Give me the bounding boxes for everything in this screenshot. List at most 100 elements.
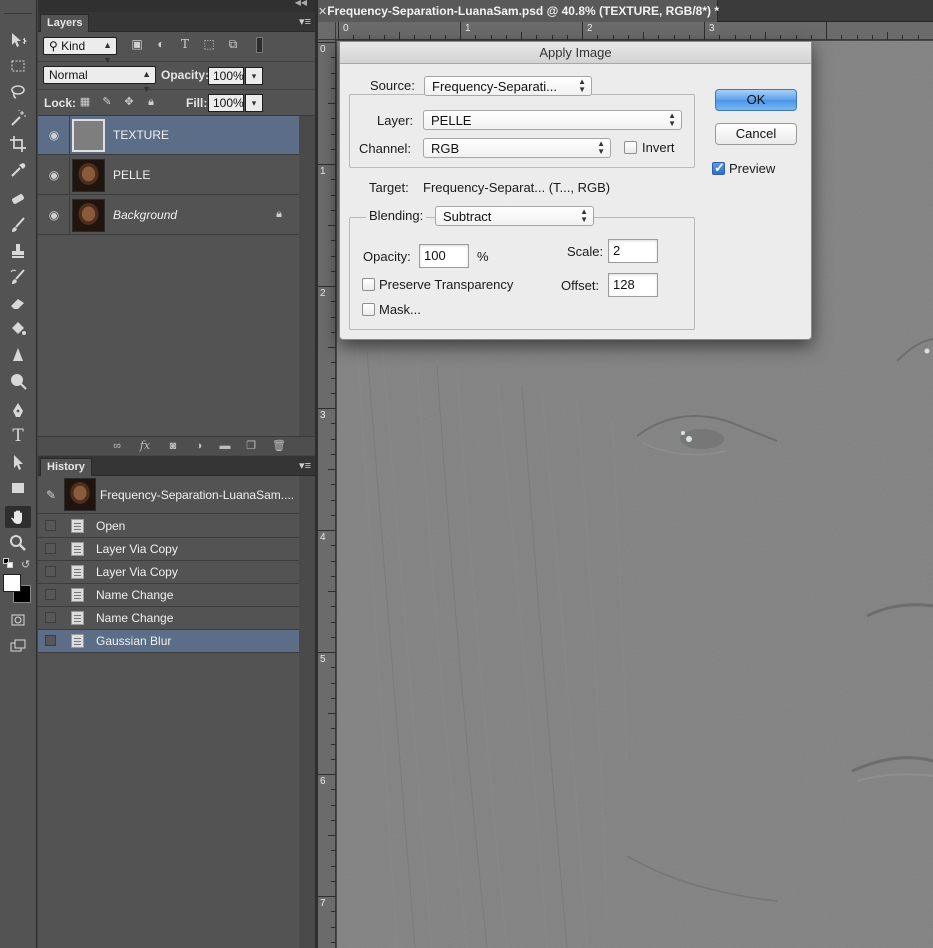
- layer-row-pelle[interactable]: ◉ PELLE: [38, 156, 299, 195]
- layer-select[interactable]: PELLE ▲ ▼: [423, 110, 682, 130]
- collapse-panels-icon[interactable]: ◀◀: [295, 0, 307, 7]
- fill-field[interactable]: 100% ▾: [208, 94, 263, 112]
- visibility-eye-icon[interactable]: ◉: [47, 208, 61, 222]
- filter-toggle[interactable]: [256, 37, 263, 53]
- history-step[interactable]: Layer Via Copy: [38, 561, 299, 584]
- adjustment-icon[interactable]: ◑: [192, 439, 206, 453]
- lock-position-icon[interactable]: ✥: [123, 96, 135, 108]
- horizontal-ruler[interactable]: 0 1 2 3: [336, 22, 933, 40]
- visibility-eye-icon[interactable]: ◉: [47, 168, 61, 182]
- blend-mode-select[interactable]: Normal ▲ ▼: [43, 66, 156, 94]
- history-source-checkbox[interactable]: [45, 612, 56, 623]
- blur-icon[interactable]: [5, 344, 31, 366]
- history-step-selected[interactable]: Gaussian Blur: [38, 630, 299, 653]
- fx-icon[interactable]: fx: [138, 439, 152, 453]
- pen-icon[interactable]: [5, 399, 31, 421]
- default-colors-icon[interactable]: [3, 558, 13, 568]
- zoom-icon[interactable]: [5, 532, 31, 554]
- mask-label[interactable]: Mask...: [379, 302, 421, 317]
- history-step[interactable]: Open: [38, 515, 299, 538]
- opacity-input[interactable]: 100: [419, 244, 469, 268]
- channel-select[interactable]: RGB ▲ ▼: [423, 138, 611, 158]
- history-scrollbar[interactable]: [299, 476, 315, 948]
- close-icon[interactable]: ✕: [318, 5, 327, 18]
- layers-tab[interactable]: Layers: [40, 14, 90, 32]
- layer-name[interactable]: PELLE: [113, 168, 150, 182]
- type-icon[interactable]: T: [5, 425, 31, 447]
- lock-all-icon[interactable]: 🔒︎: [145, 96, 157, 108]
- offset-input[interactable]: 128: [608, 273, 658, 297]
- preview-label[interactable]: Preview: [729, 161, 775, 176]
- crop-icon[interactable]: [5, 133, 31, 155]
- history-tab[interactable]: History: [40, 458, 92, 476]
- lasso-icon[interactable]: [5, 81, 31, 103]
- scale-input[interactable]: 2: [608, 239, 658, 263]
- preview-checkbox[interactable]: [712, 160, 725, 176]
- filter-kind-select[interactable]: ⚲ Kind ▲ ▼: [43, 37, 117, 65]
- magic-wand-icon[interactable]: [5, 107, 31, 129]
- trash-icon[interactable]: 🗑︎: [272, 439, 286, 453]
- layer-row-background[interactable]: ◉ Background 🔒︎: [38, 196, 299, 235]
- history-panel-menu-icon[interactable]: ▾≡: [299, 459, 311, 472]
- history-step[interactable]: Name Change: [38, 584, 299, 607]
- blending-select[interactable]: Subtract ▲ ▼: [435, 206, 594, 226]
- document-tab[interactable]: ✕ Frequency-Separation-LuanaSam.psd @ 40…: [318, 0, 719, 22]
- ruler-origin[interactable]: [318, 22, 336, 40]
- mask-icon[interactable]: ◙: [166, 439, 180, 453]
- quick-mask-icon[interactable]: [5, 609, 31, 631]
- eraser-icon[interactable]: [5, 292, 31, 314]
- history-source-checkbox[interactable]: [45, 635, 56, 646]
- clone-stamp-icon[interactable]: [5, 240, 31, 262]
- dialog-title[interactable]: Apply Image: [340, 42, 811, 64]
- history-source-brush-icon[interactable]: ✎: [46, 488, 56, 502]
- ok-button[interactable]: OK: [715, 89, 797, 111]
- invert-checkbox[interactable]: [624, 141, 637, 154]
- link-icon[interactable]: ∞: [110, 439, 124, 453]
- healing-brush-icon[interactable]: [5, 188, 31, 210]
- vertical-ruler[interactable]: 0 1 2 3 4 5 6 7: [318, 40, 336, 948]
- history-source-checkbox[interactable]: [45, 566, 56, 577]
- toolbar-grip[interactable]: [4, 4, 32, 14]
- move-icon[interactable]: [5, 29, 31, 51]
- rectangle-icon[interactable]: [5, 477, 31, 499]
- screen-mode-icon[interactable]: [5, 635, 31, 657]
- fill-dropdown-icon[interactable]: ▾: [245, 94, 263, 112]
- history-brush-icon[interactable]: [5, 266, 31, 288]
- filter-type-icon[interactable]: T: [178, 37, 192, 51]
- lock-transparent-icon[interactable]: ▦: [79, 96, 91, 108]
- layer-name[interactable]: TEXTURE: [113, 128, 169, 142]
- preserve-transparency-checkbox[interactable]: [362, 278, 375, 291]
- preserve-transparency-label[interactable]: Preserve Transparency: [379, 277, 513, 292]
- layers-panel-menu-icon[interactable]: ▾≡: [299, 15, 311, 28]
- new-layer-icon[interactable]: ❐: [244, 439, 258, 453]
- swap-colors-icon[interactable]: ↺: [21, 558, 30, 571]
- marquee-icon[interactable]: [5, 55, 31, 77]
- history-source-checkbox[interactable]: [45, 589, 56, 600]
- foreground-color-swatch[interactable]: [3, 574, 21, 592]
- dodge-icon[interactable]: [5, 370, 31, 392]
- folder-icon[interactable]: ▬: [218, 439, 232, 453]
- filter-shape-icon[interactable]: ⬚: [202, 37, 216, 51]
- path-selection-icon[interactable]: [5, 451, 31, 473]
- source-select[interactable]: Frequency-Separati... ▲ ▼: [424, 76, 592, 96]
- invert-label[interactable]: Invert: [642, 140, 675, 155]
- filter-pixel-icon[interactable]: ▣: [130, 37, 144, 51]
- layer-row-texture[interactable]: ◉ TEXTURE: [38, 116, 299, 155]
- opacity-dropdown-icon[interactable]: ▾: [245, 67, 263, 85]
- paint-bucket-icon[interactable]: [5, 318, 31, 340]
- filter-smart-object-icon[interactable]: ⧉: [226, 37, 240, 51]
- eyedropper-icon[interactable]: [5, 159, 31, 181]
- brush-icon[interactable]: [5, 214, 31, 236]
- filter-adjustment-icon[interactable]: ◐: [154, 37, 168, 51]
- hand-icon[interactable]: [5, 506, 31, 528]
- history-source-checkbox[interactable]: [45, 520, 56, 531]
- mask-checkbox[interactable]: [362, 303, 375, 316]
- layers-scrollbar[interactable]: [299, 116, 315, 436]
- visibility-eye-icon[interactable]: ◉: [47, 128, 61, 142]
- cancel-button[interactable]: Cancel: [715, 123, 797, 145]
- lock-pixels-icon[interactable]: ✎: [101, 96, 113, 108]
- history-source-checkbox[interactable]: [45, 543, 56, 554]
- history-snapshot[interactable]: ✎ Frequency-Separation-LuanaSam....: [38, 476, 299, 514]
- layer-opacity-field[interactable]: 100% ▾: [208, 67, 263, 85]
- history-step[interactable]: Layer Via Copy: [38, 538, 299, 561]
